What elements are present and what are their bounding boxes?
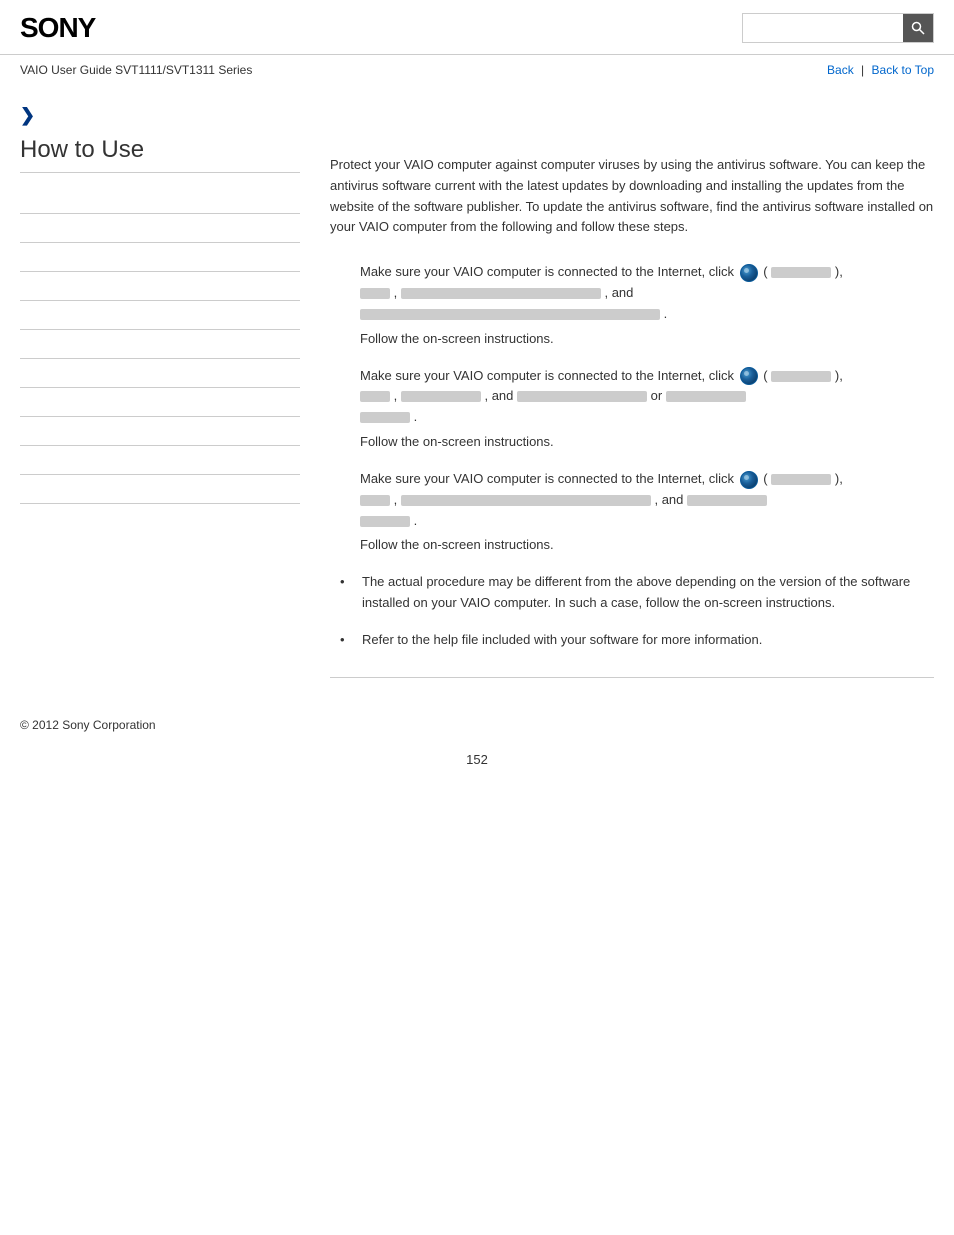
bullet-text-1: The actual procedure may be different fr… [362,572,934,614]
step-1-follow: Follow the on-screen instructions. [360,331,934,346]
redacted-text [771,371,831,382]
main-content: Protect your VAIO computer against compu… [320,95,934,678]
nav-separator: | [861,63,864,77]
nav-link[interactable] [20,424,23,438]
sidebar-nav [20,185,300,504]
list-item[interactable] [20,301,300,330]
redacted-text [517,391,647,402]
intro-paragraph: Protect your VAIO computer against compu… [330,155,934,238]
nav-link[interactable] [20,279,23,293]
sidebar: ❯ How to Use [20,95,320,678]
redacted-text [771,474,831,485]
search-icon [911,21,925,35]
search-input[interactable] [743,14,903,42]
list-item[interactable] [20,359,300,388]
list-item[interactable] [20,417,300,446]
list-item[interactable] [20,214,300,243]
search-button[interactable] [903,14,933,42]
bullet-dot: • [340,572,358,593]
sub-header: VAIO User Guide SVT1111/SVT1311 Series B… [0,55,954,85]
bullet-item-2: • Refer to the help file included with y… [340,630,934,651]
globe-icon [740,471,758,489]
bullet-item-1: • The actual procedure may be different … [340,572,934,614]
bullet-section: • The actual procedure may be different … [330,572,934,677]
nav-link[interactable] [20,221,23,235]
copyright: © 2012 Sony Corporation [20,718,156,732]
redacted-text [401,495,651,506]
list-item[interactable] [20,272,300,301]
nav-link[interactable] [20,453,23,467]
nav-link[interactable] [20,337,23,351]
nav-links: Back | Back to Top [827,63,934,77]
back-link[interactable]: Back [827,63,854,77]
redacted-text [666,391,746,402]
bullet-dot: • [340,630,358,651]
step-2-block: Make sure your VAIO computer is connecte… [330,366,934,449]
redacted-text [360,288,390,299]
page-number: 152 [0,742,954,777]
nav-link[interactable] [20,192,23,206]
sony-logo: SONY [20,12,95,44]
nav-link[interactable] [20,482,23,496]
redacted-text [360,495,390,506]
redacted-text [401,391,481,402]
back-to-top-link[interactable]: Back to Top [872,63,934,77]
nav-link[interactable] [20,250,23,264]
footer: © 2012 Sony Corporation [0,698,954,742]
nav-link[interactable] [20,366,23,380]
redacted-text [687,495,767,506]
page-header: SONY [0,0,954,55]
sidebar-title: How to Use [20,136,300,173]
step-2-text: Make sure your VAIO computer is connecte… [360,366,934,428]
step-3-block: Make sure your VAIO computer is connecte… [330,469,934,552]
globe-icon [740,264,758,282]
content-wrapper: ❯ How to Use Protect your VAIO computer … [0,85,954,698]
nav-link[interactable] [20,308,23,322]
redacted-text [360,309,660,320]
redacted-text [360,516,410,527]
guide-title: VAIO User Guide SVT1111/SVT1311 Series [20,63,252,77]
list-item[interactable] [20,185,300,214]
list-item[interactable] [20,243,300,272]
step-3-text: Make sure your VAIO computer is connecte… [360,469,934,531]
redacted-text [401,288,601,299]
redacted-text [360,391,390,402]
bullet-text-2: Refer to the help file included with you… [362,630,762,651]
globe-icon [740,367,758,385]
step-1-block: Make sure your VAIO computer is connecte… [330,262,934,345]
nav-link[interactable] [20,395,23,409]
sidebar-arrow: ❯ [20,105,300,126]
redacted-text [360,412,410,423]
list-item[interactable] [20,446,300,475]
step-2-follow: Follow the on-screen instructions. [360,434,934,449]
step-1-text: Make sure your VAIO computer is connecte… [360,262,934,324]
list-item[interactable] [20,388,300,417]
list-item[interactable] [20,330,300,359]
list-item[interactable] [20,475,300,504]
step-3-follow: Follow the on-screen instructions. [360,537,934,552]
search-box [742,13,934,43]
redacted-text [771,267,831,278]
